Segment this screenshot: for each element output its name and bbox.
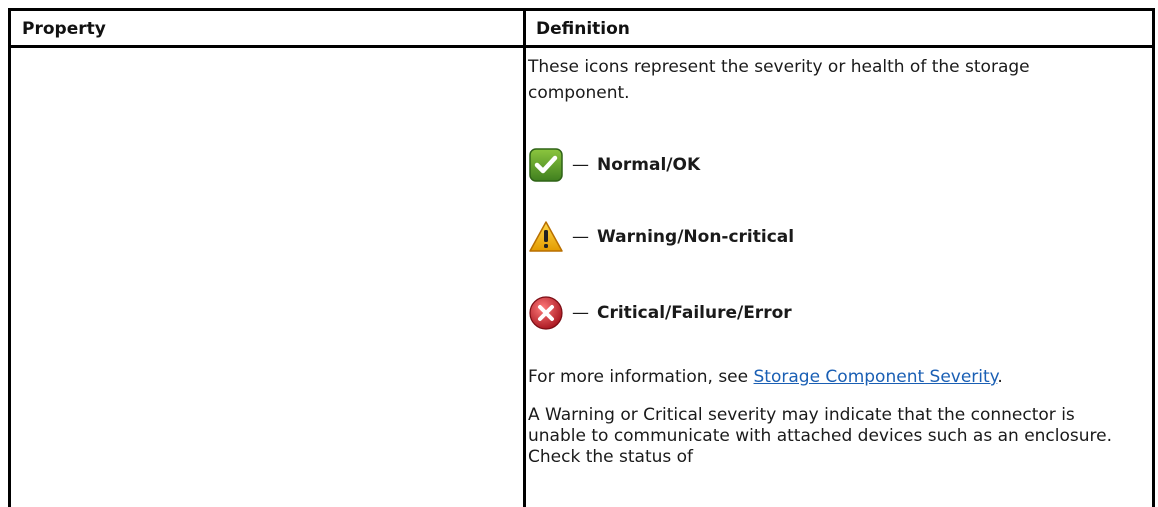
table-top-border (8, 8, 1155, 11)
severity-row-critical: — Critical/Failure/Error (528, 293, 792, 333)
table-left-border (8, 8, 11, 507)
severity-label: Normal/OK (597, 155, 701, 175)
more-info-prefix: For more information, see (528, 367, 754, 387)
header-property: Property (22, 19, 106, 39)
header-divider (8, 45, 1155, 48)
more-info-line: For more information, see Storage Compon… (528, 364, 1128, 390)
dash: — (572, 227, 589, 247)
warning-triangle-icon (528, 219, 564, 255)
severity-label: Critical/Failure/Error (597, 303, 792, 323)
storage-component-severity-link[interactable]: Storage Component Severity (754, 367, 998, 387)
error-x-icon (528, 295, 564, 331)
severity-label: Warning/Non-critical (597, 227, 795, 247)
column-divider (523, 8, 526, 507)
dash: — (572, 303, 589, 323)
header-definition: Definition (536, 19, 630, 39)
dash: — (572, 155, 589, 175)
checkmark-icon (528, 147, 564, 183)
intro-text: These icons represent the severity or he… (528, 57, 1030, 103)
severity-row-warning: — Warning/Non-critical (528, 217, 794, 257)
severity-note: A Warning or Critical severity may indic… (528, 405, 1113, 467)
severity-row-normal: — Normal/OK (528, 145, 700, 185)
table-right-border (1152, 8, 1155, 507)
more-info-suffix: . (997, 367, 1003, 387)
